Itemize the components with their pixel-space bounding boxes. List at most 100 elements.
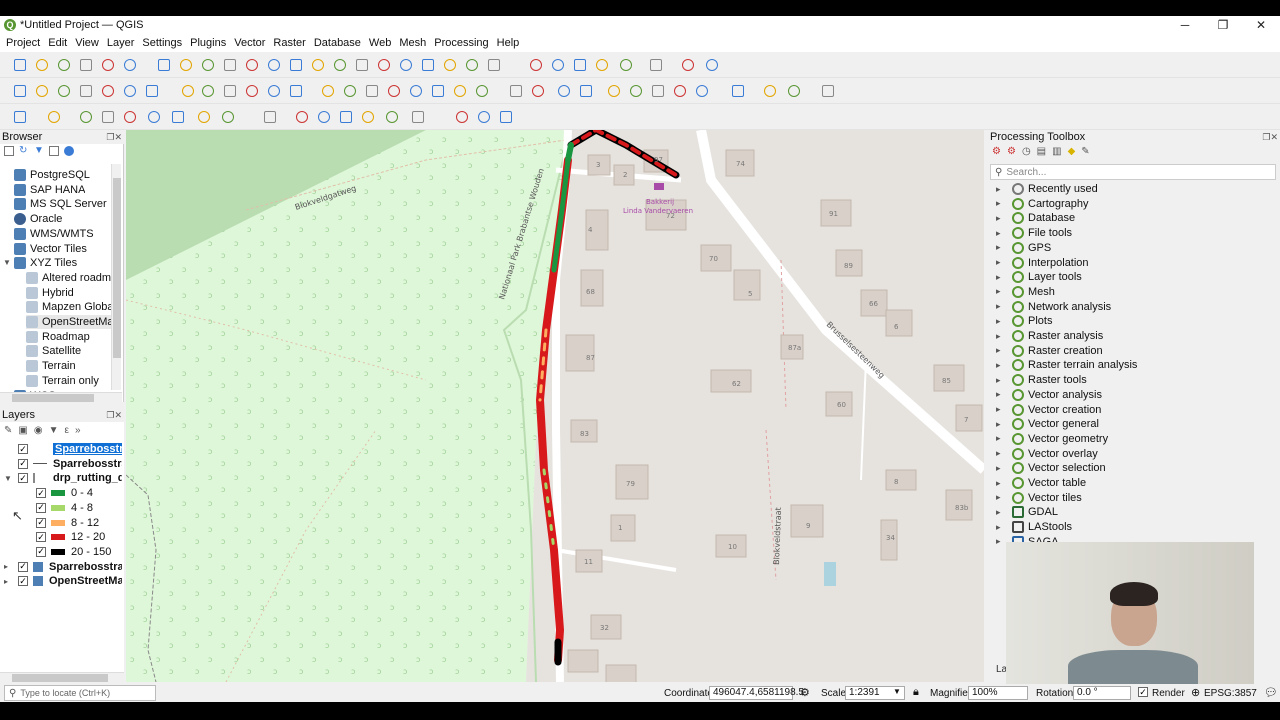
browser-item[interactable]: PostgreSQL [14,168,90,182]
menu-settings[interactable]: Settings [138,37,186,49]
toolbox-item[interactable]: ▸ Vector creation [996,403,1101,417]
tb1-tool-9-icon[interactable] [222,57,238,73]
tb2-tool-4-icon[interactable] [100,83,116,99]
tb1-tool-22-icon[interactable] [528,57,544,73]
tb1-tool-14-icon[interactable] [332,57,348,73]
tb1-tool-19-icon[interactable] [442,57,458,73]
expand-all-icon[interactable]: » [75,425,81,437]
menu-database[interactable]: Database [310,37,365,49]
tb1-tool-6-icon[interactable] [156,57,172,73]
options-icon[interactable]: ✎ [1081,146,1089,160]
tb2-tool-9-icon[interactable] [222,83,238,99]
tb2-tool-25-icon[interactable] [606,83,622,99]
browser-hscroll-thumb[interactable] [12,394,94,402]
tb3-tool-18-icon[interactable] [498,109,514,125]
tb1-tool-15-icon[interactable] [354,57,370,73]
expand-chevron-icon[interactable]: ▸ [996,242,1006,253]
add-selected-icon[interactable] [4,146,14,156]
toolbox-item[interactable]: ▸ GPS [996,241,1051,255]
tb3-tool-12-icon[interactable] [338,109,354,125]
toolbox-item[interactable]: ▸ LAStools [996,520,1072,534]
map-canvas[interactable]: ↄ ↄ [126,130,984,682]
layer-visibility-checkbox[interactable]: ✓ [36,502,46,513]
layer-item[interactable]: ✓ 0 - 4 [0,486,122,500]
tb2-tool-26-icon[interactable] [628,83,644,99]
toolbox-item[interactable]: ▸ Plots [996,314,1052,328]
tb3-tool-16-icon[interactable] [454,109,470,125]
tb2-tool-14-icon[interactable] [342,83,358,99]
tb1-tool-0-icon[interactable] [12,57,28,73]
tb1-tool-23-icon[interactable] [550,57,566,73]
tb3-tool-17-icon[interactable] [476,109,492,125]
toolbox-item[interactable]: ▸ Mesh [996,285,1055,299]
expression-filter-icon[interactable]: ε [64,425,68,437]
menu-help[interactable]: Help [493,37,524,49]
tb3-tool-8-icon[interactable] [220,109,236,125]
expand-chevron-icon[interactable]: ▸ [996,375,1006,386]
tb2-tool-5-icon[interactable] [122,83,138,99]
layer-visibility-checkbox[interactable]: ✓ [18,473,28,484]
menu-web[interactable]: Web [365,37,395,49]
layer-expander[interactable]: ▸ [0,562,18,571]
expand-chevron-icon[interactable]: ▸ [996,492,1006,503]
expand-chevron-icon[interactable]: ▸ [996,257,1006,268]
history-icon[interactable]: ◷ [1022,146,1031,160]
maximize-button[interactable]: ❐ [1204,16,1242,34]
tb1-tool-29-icon[interactable] [704,57,720,73]
expand-chevron-icon[interactable]: ▸ [996,433,1006,444]
tb3-tool-13-icon[interactable] [360,109,376,125]
browser-item[interactable]: Vector Tiles [14,242,87,256]
expand-chevron-icon[interactable]: ▸ [996,286,1006,297]
menu-plugins[interactable]: Plugins [186,37,230,49]
tb2-tool-23-icon[interactable] [556,83,572,99]
layer-visibility-checkbox[interactable]: ✓ [36,532,46,543]
layer-item[interactable]: ▸ ✓ Sparrebosstraa [0,560,122,574]
layer-visibility-checkbox[interactable]: ✓ [36,488,46,499]
toolbox-item[interactable]: ▸ Vector geometry [996,432,1108,446]
browser-scroll-thumb[interactable] [113,178,121,358]
scale-dropdown-chevron-icon[interactable]: ▼ [893,687,901,696]
browser-item[interactable]: Terrain only [26,374,99,388]
tb3-tool-0-icon[interactable] [12,109,28,125]
menu-vector[interactable]: Vector [230,37,269,49]
add-group-icon[interactable]: ▣ [18,425,27,437]
tb2-tool-17-icon[interactable] [408,83,424,99]
tb2-tool-13-icon[interactable] [320,83,336,99]
tb1-tool-2-icon[interactable] [56,57,72,73]
toolbox-panel-close-icon[interactable]: ❐✕ [1262,130,1278,144]
toolbox-item[interactable]: ▸ Cartography [996,197,1089,211]
magnifier-field[interactable]: 100% [968,686,1028,700]
tb1-tool-17-icon[interactable] [398,57,414,73]
tb1-tool-7-icon[interactable] [178,57,194,73]
expand-chevron-icon[interactable]: ▸ [996,213,1006,224]
toolbox-item[interactable]: ▸ Vector analysis [996,388,1102,402]
tb1-tool-27-icon[interactable] [648,57,664,73]
tb1-tool-5-icon[interactable] [122,57,138,73]
expand-chevron-icon[interactable]: ▸ [996,448,1006,459]
layers-panel-close-icon[interactable]: ❐✕ [106,408,122,422]
results-icon[interactable]: ▤ [1037,146,1046,160]
info-icon[interactable] [64,146,74,156]
tb2-tool-1-icon[interactable] [34,83,50,99]
tb2-tool-8-icon[interactable] [200,83,216,99]
layer-item[interactable]: ✓ Sparrebosstraa [0,442,122,456]
expand-chevron-icon[interactable]: ▸ [996,331,1006,342]
tb2-tool-3-icon[interactable] [78,83,94,99]
expand-chevron-icon[interactable]: ▸ [996,478,1006,489]
browser-item[interactable]: OpenStreetMap [26,315,120,329]
tb2-tool-31-icon[interactable] [762,83,778,99]
browser-item[interactable]: WMS/WMTS [14,227,94,241]
layer-visibility-checkbox[interactable]: ✓ [36,517,46,528]
expand-chevron-icon[interactable]: ▸ [996,228,1006,239]
menu-project[interactable]: Project [2,37,44,49]
tb2-tool-21-icon[interactable] [508,83,524,99]
tb2-tool-16-icon[interactable] [386,83,402,99]
messages-icon[interactable]: 💬︎ [1264,686,1278,699]
browser-item[interactable]: SAP HANA [14,183,85,197]
expand-chevron-icon[interactable]: ▸ [996,522,1006,533]
toolbox-item[interactable]: ▸ Raster analysis [996,329,1103,343]
browser-item[interactable]: XYZ Tiles [14,256,77,270]
toolbox-item[interactable]: ▸ Vector overlay [996,447,1098,461]
browser-item[interactable]: Terrain [26,359,76,373]
tb2-tool-6-icon[interactable] [144,83,160,99]
